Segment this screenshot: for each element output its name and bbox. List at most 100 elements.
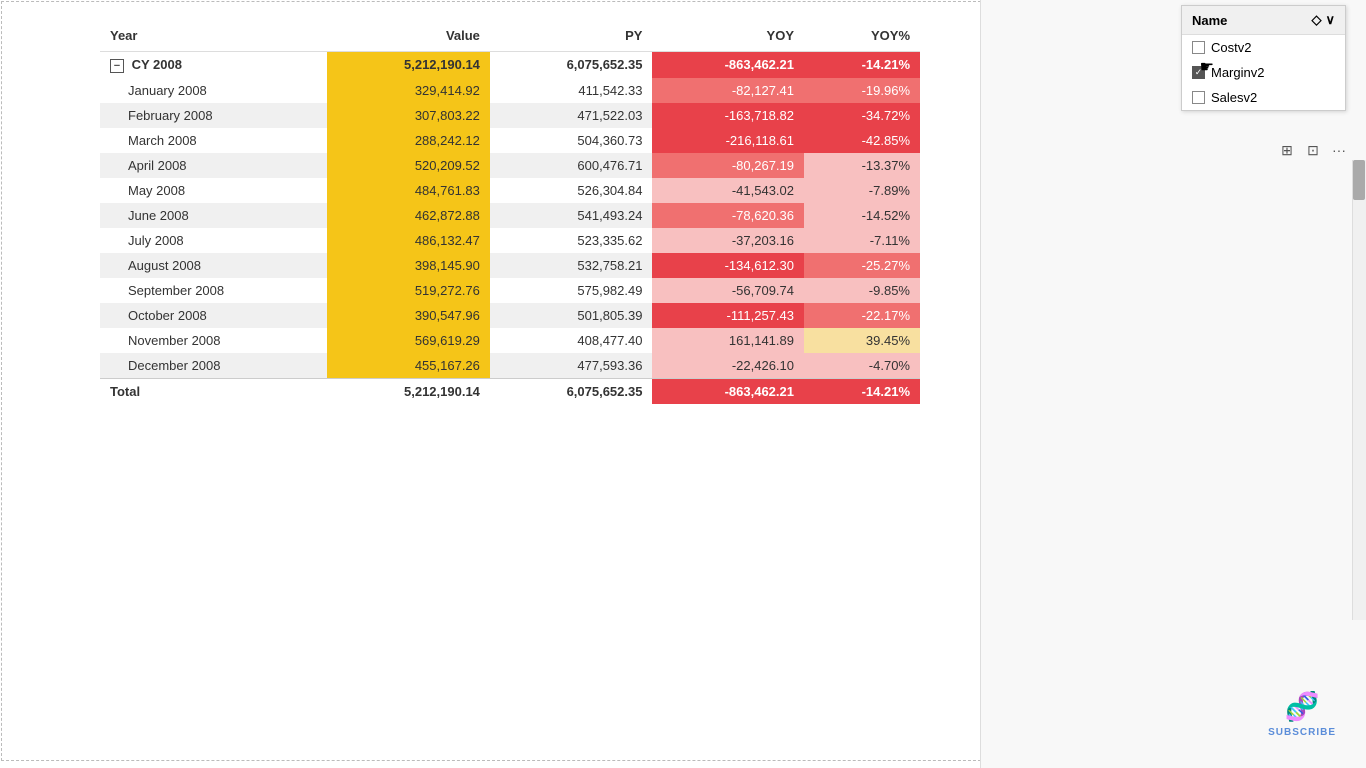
- table-row: February 2008 307,803.22 471,522.03 -163…: [100, 103, 920, 128]
- field-item-costv2[interactable]: Costv2: [1182, 35, 1345, 60]
- field-items-container: Costv2 ✓ Marginv2 Salesv2: [1182, 35, 1345, 110]
- field-label-salesv2: Salesv2: [1211, 90, 1257, 105]
- month-yoy: -56,709.74: [652, 278, 804, 303]
- total-yoy: -863,462.21: [652, 378, 804, 404]
- month-yoypct: -4.70%: [804, 353, 920, 379]
- total-py: 6,075,652.35: [490, 378, 653, 404]
- month-yoypct: -7.89%: [804, 178, 920, 203]
- table-container: Year Value PY YOY YOY% − CY 2008 5,212,1…: [0, 0, 980, 768]
- month-py: 411,542.33: [490, 78, 653, 103]
- month-label: August 2008: [100, 253, 327, 278]
- field-panel-title: Name: [1192, 13, 1227, 28]
- month-value: 398,145.90: [327, 253, 490, 278]
- month-value: 569,619.29: [327, 328, 490, 353]
- col-year: Year: [100, 20, 327, 52]
- expand-visual-icon[interactable]: ⊡: [1303, 140, 1323, 160]
- month-yoy: 161,141.89: [652, 328, 804, 353]
- col-yoypct: YOY%: [804, 20, 920, 52]
- month-value: 390,547.96: [327, 303, 490, 328]
- col-py: PY: [490, 20, 653, 52]
- month-label: June 2008: [100, 203, 327, 228]
- table-row: May 2008 484,761.83 526,304.84 -41,543.0…: [100, 178, 920, 203]
- field-label-costv2: Costv2: [1211, 40, 1251, 55]
- month-value: 484,761.83: [327, 178, 490, 203]
- dna-icon: 🧬: [1285, 690, 1320, 723]
- month-value: 486,132.47: [327, 228, 490, 253]
- month-yoy: -111,257.43: [652, 303, 804, 328]
- month-py: 504,360.73: [490, 128, 653, 153]
- month-label: February 2008: [100, 103, 327, 128]
- month-py: 526,304.84: [490, 178, 653, 203]
- clear-icon[interactable]: ◇: [1311, 12, 1321, 28]
- total-row: Total 5,212,190.14 6,075,652.35 -863,462…: [100, 378, 920, 404]
- month-yoy: -163,718.82: [652, 103, 804, 128]
- month-yoy: -22,426.10: [652, 353, 804, 379]
- filter-icon[interactable]: ⊞: [1277, 140, 1297, 160]
- month-label: March 2008: [100, 128, 327, 153]
- month-py: 501,805.39: [490, 303, 653, 328]
- month-value: 307,803.22: [327, 103, 490, 128]
- data-table: Year Value PY YOY YOY% − CY 2008 5,212,1…: [100, 20, 920, 404]
- month-value: 520,209.52: [327, 153, 490, 178]
- field-item-marginv2[interactable]: ✓ Marginv2: [1182, 60, 1345, 85]
- checkbox-marginv2[interactable]: ✓: [1192, 66, 1205, 79]
- month-py: 541,493.24: [490, 203, 653, 228]
- month-yoypct: -34.72%: [804, 103, 920, 128]
- table-row: September 2008 519,272.76 575,982.49 -56…: [100, 278, 920, 303]
- month-py: 575,982.49: [490, 278, 653, 303]
- month-yoy: -216,118.61: [652, 128, 804, 153]
- month-value: 329,414.92: [327, 78, 490, 103]
- cy-py: 6,075,652.35: [490, 52, 653, 78]
- month-yoypct: -9.85%: [804, 278, 920, 303]
- col-yoy: YOY: [652, 20, 804, 52]
- total-yoypct: -14.21%: [804, 378, 920, 404]
- month-py: 477,593.36: [490, 353, 653, 379]
- checkbox-salesv2[interactable]: [1192, 91, 1205, 104]
- expand-chevron-icon[interactable]: ∨: [1325, 12, 1335, 28]
- field-panel-header: Name ◇ ∨: [1182, 6, 1345, 35]
- month-yoypct: -25.27%: [804, 253, 920, 278]
- table-row: April 2008 520,209.52 600,476.71 -80,267…: [100, 153, 920, 178]
- cy-yoy: -863,462.21: [652, 52, 804, 78]
- cy-label: − CY 2008: [100, 52, 327, 78]
- month-label: July 2008: [100, 228, 327, 253]
- month-yoypct: -22.17%: [804, 303, 920, 328]
- month-yoy: -78,620.36: [652, 203, 804, 228]
- month-label: January 2008: [100, 78, 327, 103]
- scrollbar-thumb[interactable]: [1353, 160, 1365, 200]
- month-yoypct: 39.45%: [804, 328, 920, 353]
- month-label: November 2008: [100, 328, 327, 353]
- visual-controls: ⊞ ⊡ ···: [1277, 140, 1349, 160]
- month-value: 455,167.26: [327, 353, 490, 379]
- checkbox-costv2[interactable]: [1192, 41, 1205, 54]
- month-yoypct: -13.37%: [804, 153, 920, 178]
- month-py: 408,477.40: [490, 328, 653, 353]
- month-label: April 2008: [100, 153, 327, 178]
- cy-row: − CY 2008 5,212,190.14 6,075,652.35 -863…: [100, 52, 920, 78]
- month-yoy: -80,267.19: [652, 153, 804, 178]
- collapse-icon[interactable]: −: [110, 59, 124, 73]
- more-options-icon[interactable]: ···: [1329, 140, 1349, 160]
- month-label: October 2008: [100, 303, 327, 328]
- scrollbar[interactable]: [1352, 160, 1366, 620]
- month-value: 519,272.76: [327, 278, 490, 303]
- table-row: July 2008 486,132.47 523,335.62 -37,203.…: [100, 228, 920, 253]
- field-panel: Name ◇ ∨ Costv2 ✓ Marginv2 Salesv2: [1181, 5, 1346, 111]
- month-py: 471,522.03: [490, 103, 653, 128]
- field-panel-header-icons: ◇ ∨: [1311, 12, 1335, 28]
- month-py: 600,476.71: [490, 153, 653, 178]
- table-row: November 2008 569,619.29 408,477.40 161,…: [100, 328, 920, 353]
- table-row: March 2008 288,242.12 504,360.73 -216,11…: [100, 128, 920, 153]
- table-row: January 2008 329,414.92 411,542.33 -82,1…: [100, 78, 920, 103]
- field-item-salesv2[interactable]: Salesv2: [1182, 85, 1345, 110]
- field-label-marginv2: Marginv2: [1211, 65, 1264, 80]
- month-py: 523,335.62: [490, 228, 653, 253]
- month-value: 288,242.12: [327, 128, 490, 153]
- col-value: Value: [327, 20, 490, 52]
- table-row: June 2008 462,872.88 541,493.24 -78,620.…: [100, 203, 920, 228]
- right-panel: Name ◇ ∨ Costv2✓Marginv2Salesv2 ☛ ⊞ ⊡ ··…: [980, 0, 1366, 768]
- subscribe-text: SUBSCRIBE: [1268, 727, 1336, 738]
- total-label: Total: [100, 378, 327, 404]
- month-yoypct: -14.52%: [804, 203, 920, 228]
- total-value: 5,212,190.14: [327, 378, 490, 404]
